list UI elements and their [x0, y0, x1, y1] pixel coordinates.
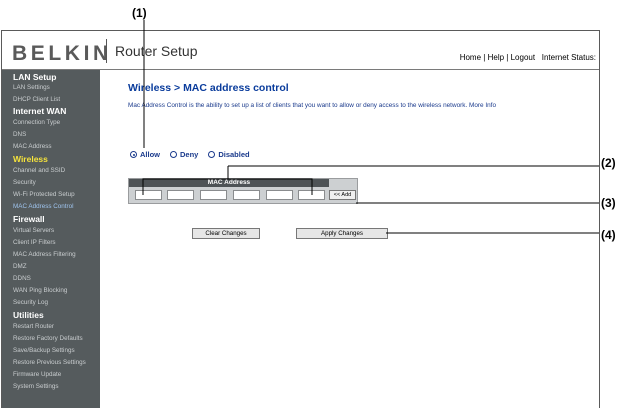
callout-2-bracket: [142, 178, 313, 195]
callout-lines: [142, 20, 599, 234]
